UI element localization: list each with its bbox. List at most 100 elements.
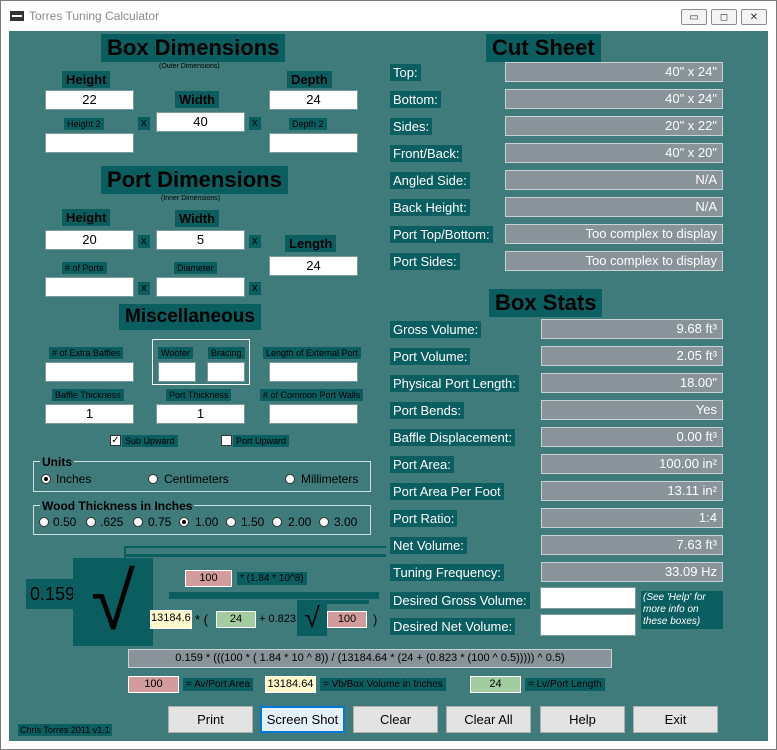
- cut-sheet-value: Too complex to display: [505, 224, 723, 244]
- cut-sheet-label: Back Height:: [390, 199, 470, 216]
- box-depth2-input[interactable]: [269, 133, 358, 153]
- app-icon: [10, 11, 24, 21]
- legend-lv-box: 24: [470, 676, 521, 693]
- sub-upward-checkbox[interactable]: ✓: [110, 435, 121, 446]
- wood-300-label: 3.00: [334, 515, 358, 529]
- wood-300-radio[interactable]: [319, 517, 329, 527]
- app-window: Torres Tuning Calculator ▭ ◻ ✕ Box Dimen…: [0, 0, 777, 750]
- cut-sheet-label: Port Sides:: [390, 253, 460, 270]
- help-note: (See 'Help' for more info on these boxes…: [641, 591, 723, 629]
- desired-gross-input[interactable]: [540, 587, 636, 609]
- ports-count-label: # of Ports: [62, 262, 107, 274]
- legend-lv-label: = Lv/Port Length: [525, 678, 605, 691]
- box-stat-value: 100.00 in²: [541, 454, 723, 474]
- units-title: Units: [40, 455, 74, 469]
- wood-200-radio[interactable]: [272, 517, 282, 527]
- cut-sheet-value: N/A: [505, 197, 723, 217]
- box-stat-label: Tuning Frequency:: [390, 564, 504, 581]
- multiply-sign: x: [249, 282, 261, 295]
- desired-gross-label: Desired Gross Volume:: [390, 592, 530, 609]
- formula-small-sqrt-symbol: √: [297, 600, 327, 636]
- extra-baffles-input[interactable]: [45, 362, 134, 382]
- units-millimeters-label: Millimeters: [301, 472, 359, 486]
- formula-full-expression: 0.159 * (((100 * ( 1.84 * 10 ^ 8)) / (13…: [128, 649, 612, 668]
- cut-sheet-value: Too complex to display: [505, 251, 723, 271]
- cut-sheet-value: N/A: [505, 170, 723, 190]
- units-inches-radio[interactable]: [41, 474, 51, 484]
- external-port-input[interactable]: [269, 362, 358, 382]
- port-length-input[interactable]: 24: [269, 256, 358, 276]
- units-centimeters-radio[interactable]: [148, 474, 158, 484]
- box-stat-value: 33.09 Hz: [541, 562, 723, 582]
- clear-all-button[interactable]: Clear All: [446, 706, 531, 733]
- print-button[interactable]: Print: [168, 706, 253, 733]
- port-width-input[interactable]: 5: [156, 230, 245, 250]
- box-height-input[interactable]: 22: [45, 90, 134, 110]
- box-stat-label: Gross Volume:: [390, 321, 482, 338]
- port-width-label: Width: [175, 210, 219, 227]
- wood-075-radio[interactable]: [133, 517, 143, 527]
- box-stat-label: Net Volume:: [390, 537, 467, 554]
- cut-sheet-value: 20" x 22": [505, 116, 723, 136]
- desired-net-input[interactable]: [540, 614, 636, 636]
- units-millimeters-radio[interactable]: [285, 474, 295, 484]
- legend-vb-label: = Vb/Box Volume in Inches: [320, 678, 446, 691]
- port-height-input[interactable]: 20: [45, 230, 134, 250]
- box-width-input[interactable]: 40: [156, 112, 245, 132]
- port-height-label: Height: [62, 209, 111, 226]
- wood-050-label: 0.50: [53, 515, 77, 529]
- port-upward-label: Port Upward: [233, 435, 290, 447]
- multiply-sign: x: [249, 117, 261, 130]
- restore-button[interactable]: ◻: [711, 9, 737, 25]
- box-stat-label: Port Volume:: [390, 348, 471, 365]
- formula-av-box: 100: [185, 570, 232, 587]
- box-stat-label: Port Area:: [390, 456, 454, 473]
- box-height2-input[interactable]: [45, 133, 134, 153]
- box-dimensions-subtitle: (Outer Dimensions): [159, 63, 220, 70]
- clear-button[interactable]: Clear: [353, 706, 438, 733]
- extra-baffles-label: # of Extra Baffles: [49, 347, 124, 359]
- misc-title: Miscellaneous: [119, 304, 261, 330]
- port-diameter-input[interactable]: [156, 277, 245, 297]
- wood-150-radio[interactable]: [226, 517, 236, 527]
- bracing-input[interactable]: [207, 362, 245, 382]
- formula-times-paren: * (: [195, 612, 208, 627]
- port-upward-checkbox[interactable]: [221, 435, 232, 446]
- cut-sheet-label: Front/Back:: [390, 145, 463, 162]
- minimize-button[interactable]: ▭: [681, 9, 707, 25]
- legend-av-box: 100: [128, 676, 179, 693]
- wood-050-radio[interactable]: [39, 517, 49, 527]
- close-button[interactable]: ✕: [741, 9, 767, 25]
- port-thickness-input[interactable]: 1: [156, 404, 245, 424]
- box-height2-label: Height 2: [64, 118, 104, 130]
- box-height-label: Height: [62, 71, 111, 88]
- screenshot-button[interactable]: Screen Shot: [260, 706, 345, 733]
- common-walls-input[interactable]: [269, 404, 358, 424]
- cut-sheet-label: Sides:: [390, 118, 433, 135]
- box-stat-label: Physical Port Length:: [390, 375, 519, 392]
- window-title: Torres Tuning Calculator: [29, 9, 160, 23]
- box-depth-input[interactable]: 24: [269, 90, 358, 110]
- box-stat-label: Port Ratio:: [390, 510, 458, 527]
- desired-net-label: Desired Net Volume:: [390, 618, 516, 635]
- units-centimeters-label: Centimeters: [164, 472, 229, 486]
- wood-0625-radio[interactable]: [86, 517, 96, 527]
- multiply-sign: x: [138, 235, 150, 248]
- cut-sheet-value: 40" x 24": [505, 89, 723, 109]
- baffle-thickness-input[interactable]: 1: [45, 404, 134, 424]
- multiply-sign: x: [138, 282, 150, 295]
- port-thickness-label: Port Thickness: [166, 389, 232, 401]
- wood-100-radio[interactable]: [179, 517, 189, 527]
- formula-close-paren: ): [373, 612, 378, 627]
- units-inches-label: Inches: [56, 472, 92, 486]
- wood-150-label: 1.50: [241, 515, 265, 529]
- client-area: Box Dimensions (Outer Dimensions) Height…: [9, 31, 768, 741]
- port-diameter-label: Diameter: [174, 262, 217, 274]
- exit-button[interactable]: Exit: [633, 706, 718, 733]
- box-stats-title: Box Stats: [489, 289, 603, 317]
- ports-count-input[interactable]: [45, 277, 134, 297]
- woofer-input[interactable]: [158, 362, 196, 382]
- help-button[interactable]: Help: [540, 706, 625, 733]
- box-stat-value: 7.63 ft³: [541, 535, 723, 555]
- box-width-label: Width: [175, 91, 219, 108]
